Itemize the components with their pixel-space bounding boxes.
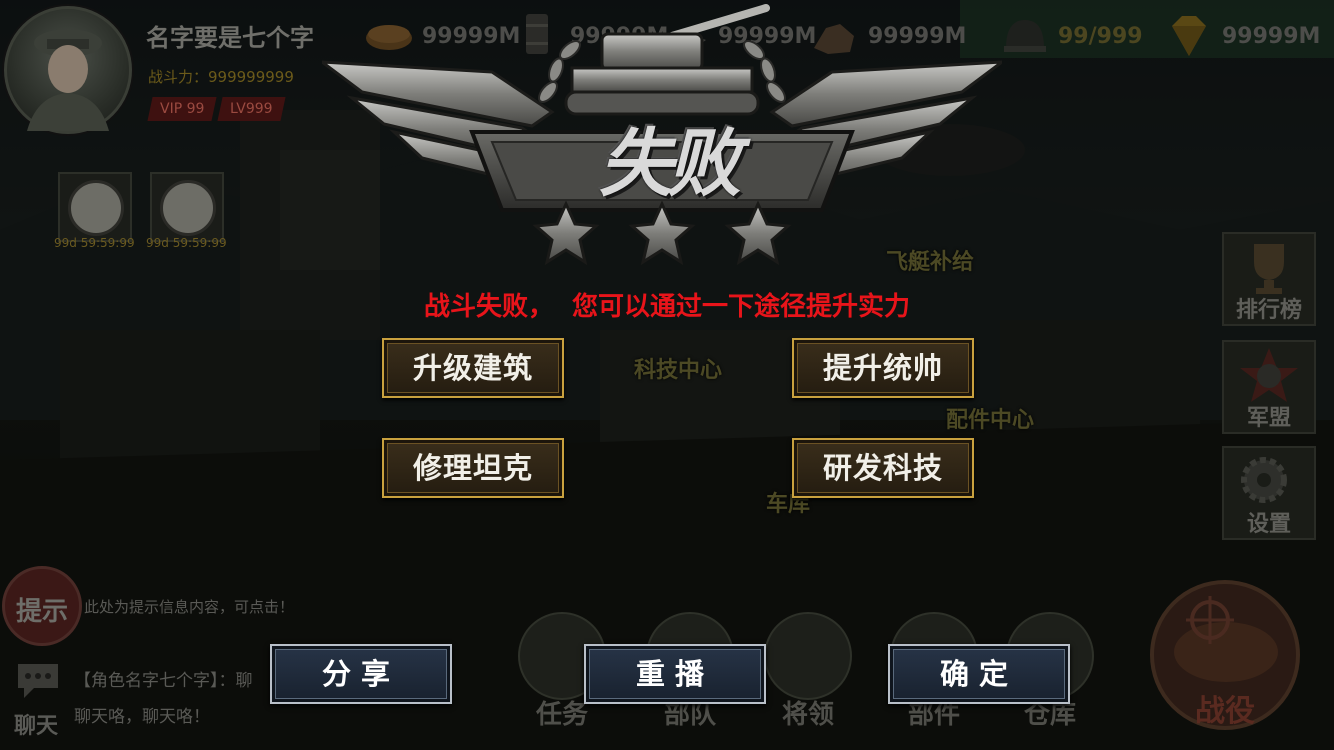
- build-timer-2[interactable]: [150, 172, 224, 242]
- alliance-button[interactable]: 军盟: [1222, 340, 1316, 434]
- chat-bubble-icon[interactable]: [14, 660, 62, 700]
- helmet-stamina-icon: [1004, 20, 1046, 52]
- repair-tank-button[interactable]: 修理坦克: [382, 438, 564, 498]
- defeat-subtitle: 战斗失败， 您可以通过一下途径提升实力: [423, 292, 911, 322]
- gear-icon: [1241, 457, 1287, 503]
- timer-label-1: 99d 59:59:99: [54, 236, 135, 250]
- three-stars-icon: [532, 200, 792, 266]
- confirm-button[interactable]: 确定: [888, 644, 1070, 704]
- research-tech-button[interactable]: 研发科技: [792, 438, 974, 498]
- hint-text[interactable]: 此处为提示信息内容，可点击！: [84, 596, 294, 617]
- chat-message-2: 聊天咯，聊天咯！: [74, 707, 210, 727]
- vip-badge: VIP 99: [147, 97, 217, 121]
- crosshair-map-icon: [1174, 596, 1278, 682]
- tank-icon: [564, 4, 770, 116]
- general-portrait-icon: [764, 612, 852, 700]
- red-star-emblem-icon: [1240, 348, 1298, 402]
- combat-power: 战斗力：999999999: [148, 68, 294, 86]
- timer-label-2: 99d 59:59:99: [146, 236, 227, 250]
- officer-portrait-icon: [27, 29, 109, 131]
- battle-campaign-button[interactable]: 战役: [1150, 580, 1300, 730]
- chat-label[interactable]: 聊天: [14, 708, 58, 740]
- settings-button[interactable]: 设置: [1222, 446, 1316, 540]
- share-button[interactable]: 分享: [270, 644, 452, 704]
- level-badge: LV999: [217, 97, 286, 121]
- hint-button[interactable]: 提示: [2, 566, 82, 646]
- clock-icon: [68, 180, 124, 236]
- player-name: 名字要是七个字: [146, 24, 314, 52]
- chat-message-1: 【角色名字七个字】：聊: [74, 671, 253, 691]
- map-label-parts: 配件中心: [946, 408, 1035, 433]
- upgrade-building-button[interactable]: 升级建筑: [382, 338, 564, 398]
- build-timer-1[interactable]: [58, 172, 132, 242]
- defeat-title: 失败: [599, 121, 741, 207]
- improve-commander-button[interactable]: 提升统帅: [792, 338, 974, 398]
- nav-generals[interactable]: 将领: [758, 612, 858, 742]
- diamond-icon: [1172, 16, 1206, 56]
- clock-icon: [160, 180, 216, 236]
- map-label-tech: 科技中心: [634, 358, 723, 383]
- player-avatar[interactable]: [4, 6, 132, 134]
- replay-button[interactable]: 重播: [584, 644, 766, 704]
